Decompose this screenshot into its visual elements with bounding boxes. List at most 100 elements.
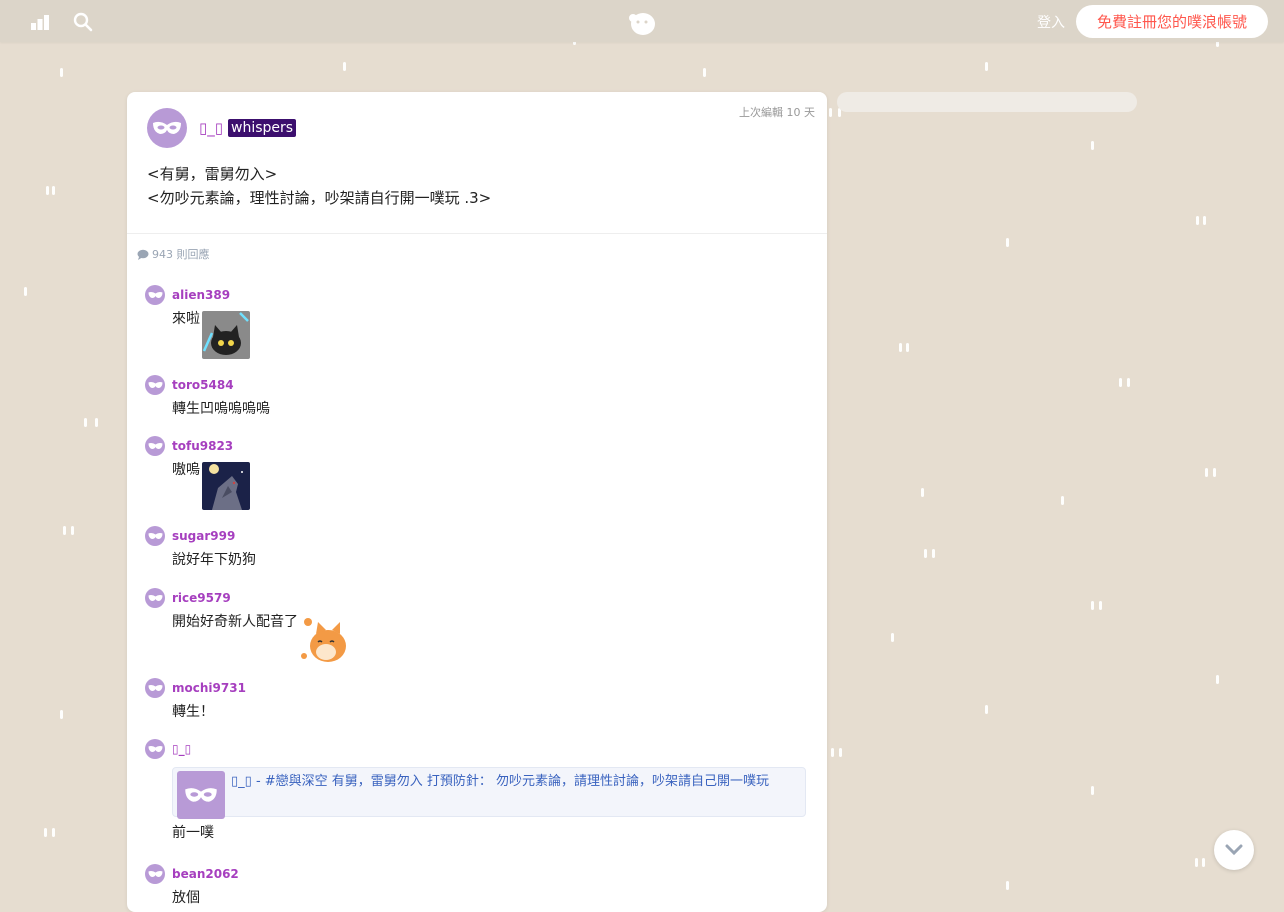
snowflake [1006,881,1009,890]
response-username[interactable]: alien389 [172,288,230,302]
search-icon[interactable] [73,12,93,32]
scroll-down-button[interactable] [1214,830,1254,870]
response-text: 說好年下奶狗 [172,552,256,568]
snowflake [60,68,63,77]
response-item: bean2062 放個 [145,864,239,908]
mask-icon [185,788,217,802]
response-username[interactable]: rice9579 [172,591,231,605]
snowflake [1091,786,1094,795]
chevron-down-icon [1225,844,1243,856]
signup-button[interactable]: 免費註冊您的噗浪帳號 [1076,5,1268,38]
response-username[interactable]: sugar999 [172,529,235,543]
response-item: ▯_▯ ▯_▯ - #戀與深空 有舅，雷舅勿入 打預防針： 勿吵元素論，請理性討… [145,739,806,843]
snowflake [24,287,27,296]
response-text: 轉生！ [172,704,214,720]
quote-link-text[interactable]: ▯_▯ - #戀與深空 有舅，雷舅勿入 打預防針： 勿吵元素論，請理性討論，吵架… [231,771,801,792]
post-content: <有舅，雷舅勿入> <勿吵元素論，理性討論，吵架請自行開一噗玩 .3> [147,162,491,210]
snowflake [906,343,909,352]
snowflake [1216,675,1219,684]
mask-icon [148,684,162,691]
response-username[interactable]: bean2062 [172,867,239,881]
top-bar: 登入 免費註冊您的噗浪帳號 [0,0,1284,42]
snowflake [1006,238,1009,247]
response-username[interactable]: mochi9731 [172,681,246,695]
snowflake [71,526,74,535]
mask-icon [148,381,162,388]
response-item: mochi9731 轉生！ [145,678,246,722]
response-text: 放個 [172,890,200,906]
snowflake [1061,496,1064,505]
post-line-2: <勿吵元素論，理性討論，吵架請自行開一噗玩 .3> [147,189,492,207]
avatar[interactable] [145,526,165,546]
avatar[interactable] [145,436,165,456]
sidebar-placeholder [837,92,1137,112]
avatar[interactable] [145,588,165,608]
snowflake [343,62,346,71]
snowflake [1119,378,1122,387]
avatar[interactable] [145,375,165,395]
snowflake [985,705,988,714]
snowflake [63,526,66,535]
snowflake [703,68,706,77]
response-item: toro5484 轉生凹嗚嗚嗚嗚 [145,375,270,419]
response-username[interactable]: ▯_▯ [172,742,191,756]
response-text: 嗷嗚 [172,462,200,478]
response-text: 轉生凹嗚嗚嗚嗚 [172,401,270,417]
mask-icon [148,594,162,601]
response-item: alien389 來啦 [145,285,250,359]
avatar[interactable] [145,864,165,884]
snowflake [839,748,842,757]
snowflake [84,418,87,427]
snowflake [46,186,49,195]
black-cat-emote[interactable] [202,311,250,359]
snowflake [52,828,55,837]
snowflake [1203,216,1206,225]
mask-icon [148,442,162,449]
response-username[interactable]: tofu9823 [172,439,233,453]
mask-icon [148,870,162,877]
snowflake [60,710,63,719]
avatar[interactable] [145,678,165,698]
hot-plurks-icon[interactable] [30,12,50,32]
response-item: tofu9823 嗷嗚 [145,436,250,510]
mask-icon [153,121,181,134]
snowflake [921,488,924,497]
snowflake [924,549,927,558]
snowflake [1099,601,1102,610]
wolf-howl-emote[interactable] [202,462,250,510]
quoted-plurk-card[interactable]: ▯_▯ - #戀與深空 有舅，雷舅勿入 打預防針： 勿吵元素論，請理性討論，吵架… [172,767,806,819]
response-text: 前一噗 [172,825,214,841]
snowflake [891,633,894,642]
snowflake [899,343,902,352]
plurk-card: ▯_▯ whispers 上次編輯 10 天 <有舅，雷舅勿入> <勿吵元素論，… [127,92,827,912]
quote-thumbnail [177,771,225,819]
avatar[interactable] [147,108,187,148]
edited-time: 上次編輯 10 天 [739,106,815,119]
snowflake [44,828,47,837]
fox-emote[interactable] [300,614,348,662]
mask-icon [148,291,162,298]
snowflake [1205,468,1208,477]
plurk-logo-icon[interactable] [627,10,657,36]
snowflake [1091,601,1094,610]
snowflake [985,62,988,71]
snowflake [1195,858,1198,867]
avatar[interactable] [145,285,165,305]
snowflake [52,186,55,195]
speech-bubble-icon [137,249,149,260]
login-link[interactable]: 登入 [1037,12,1065,32]
mask-icon [148,532,162,539]
snowflake [95,418,98,427]
snowflake [1127,378,1130,387]
response-text: 來啦 [172,311,200,327]
snowflake [1202,858,1205,867]
response-username[interactable]: toro5484 [172,378,234,392]
post-line-1: <有舅，雷舅勿入> [147,165,278,183]
avatar[interactable] [145,739,165,759]
poster-name[interactable]: ▯_▯ [199,119,223,137]
snowflake [831,748,834,757]
snowflake [1213,468,1216,477]
snowflake [932,549,935,558]
reply-count: 943 則回應 [137,246,210,262]
divider [127,233,827,234]
